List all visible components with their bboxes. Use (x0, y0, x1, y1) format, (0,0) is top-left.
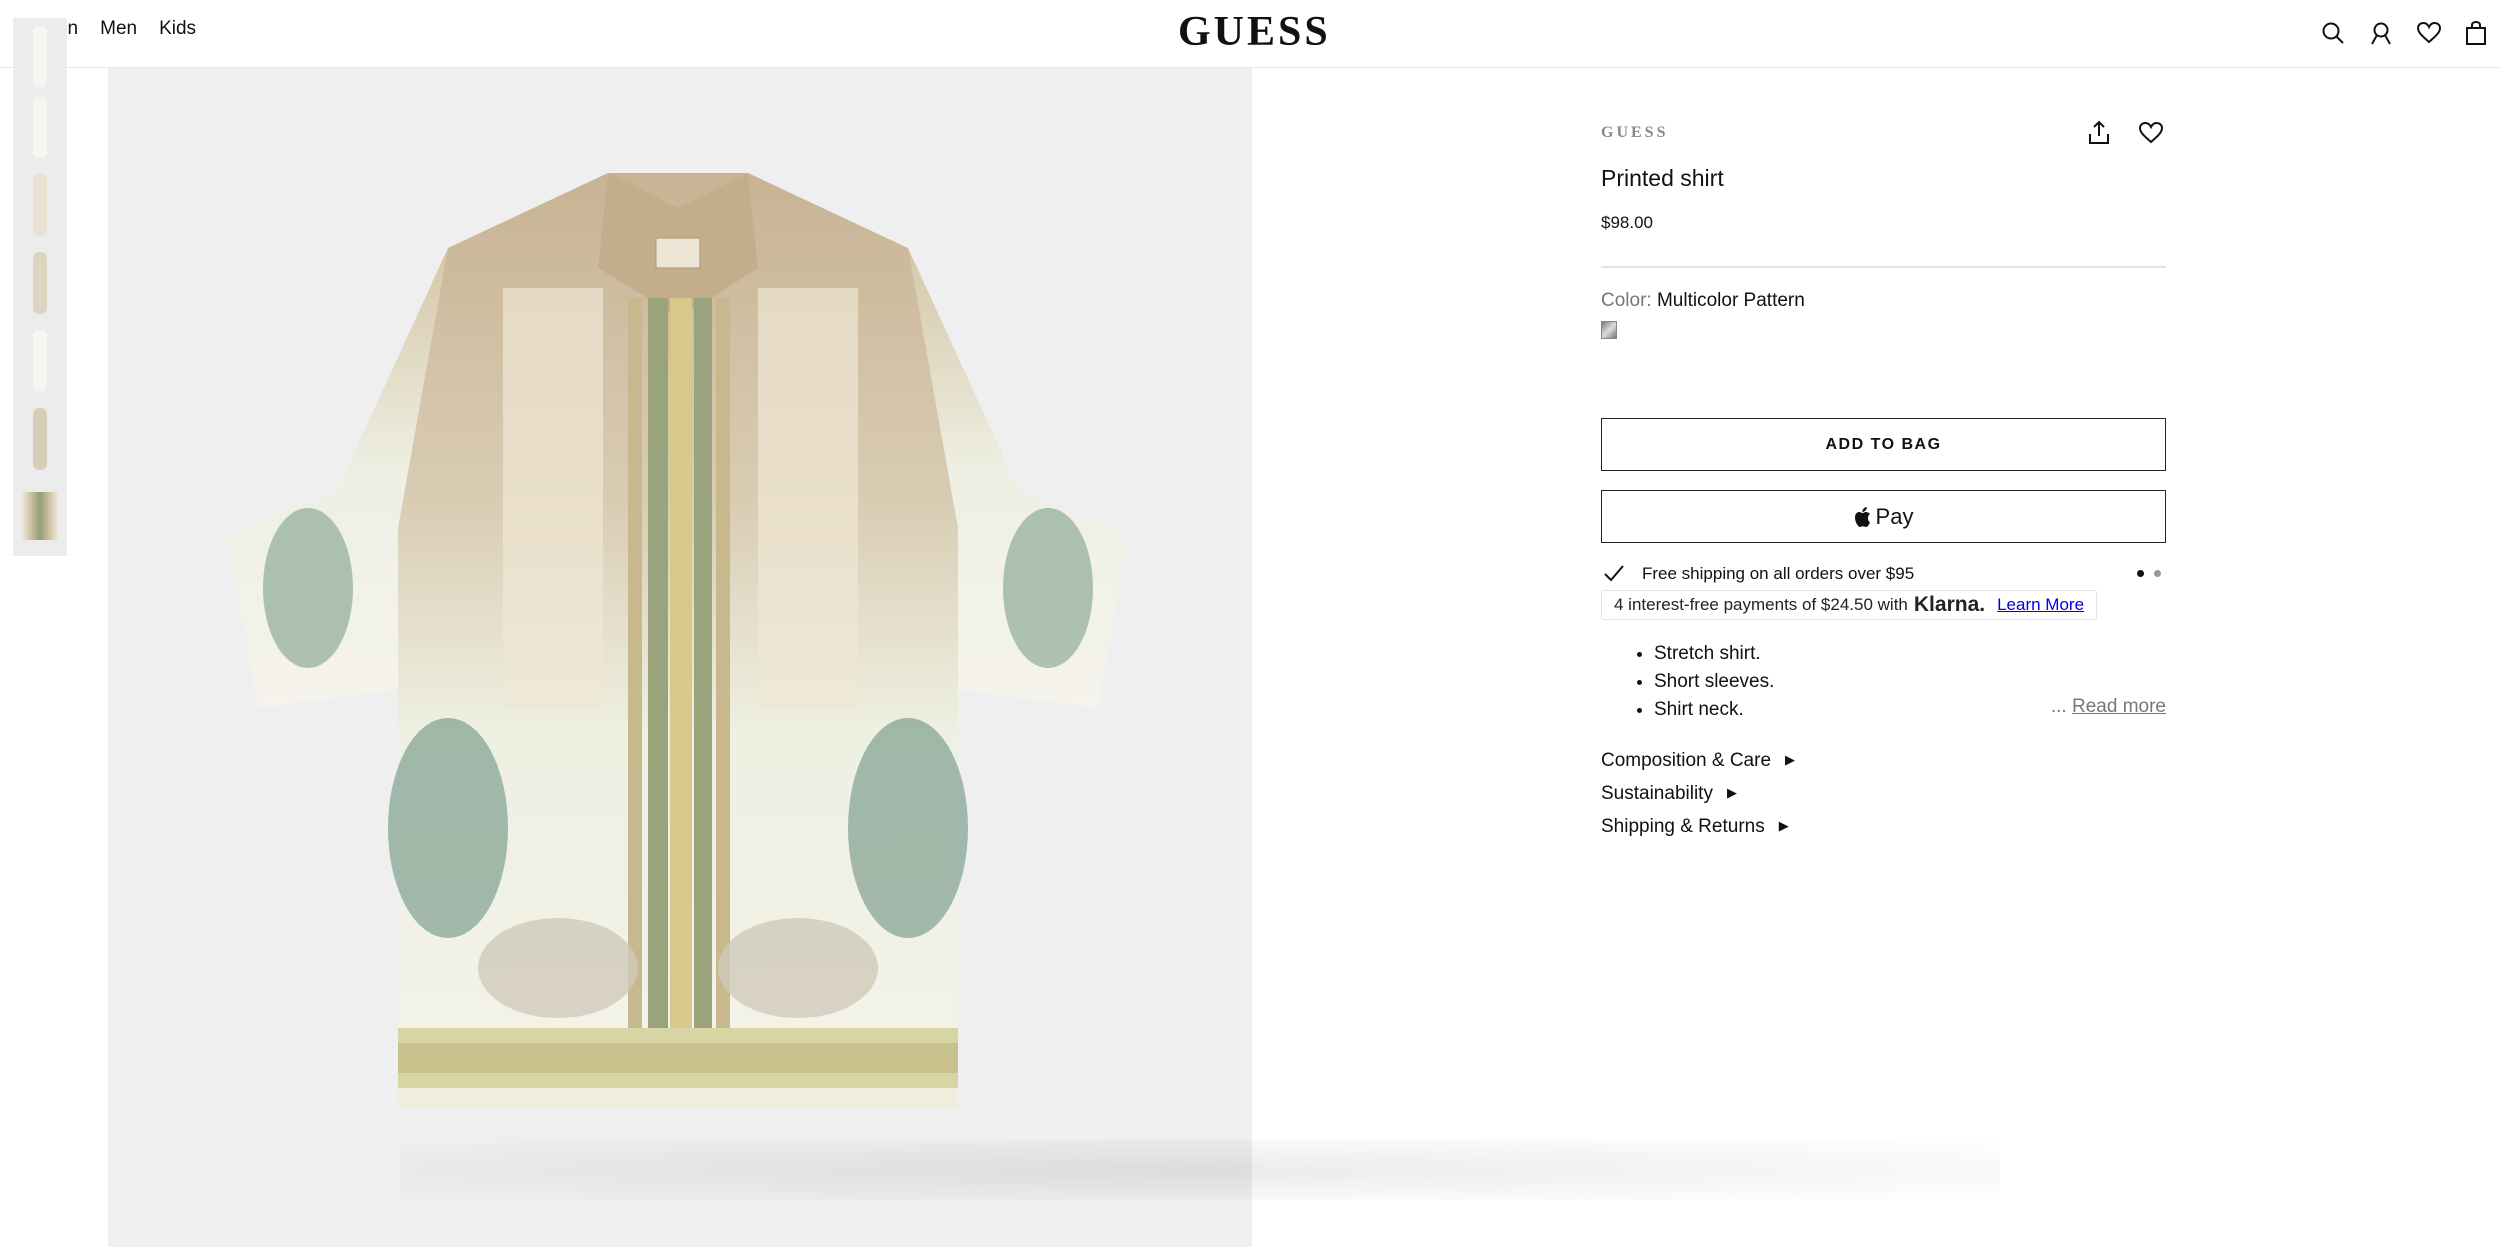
shipping-banner: Free shipping on all orders over $95 (1601, 562, 2166, 588)
product-price: $98.00 (1601, 213, 1653, 232)
thumbnail-2[interactable] (13, 88, 67, 166)
triangle-right-icon: ▶ (1785, 752, 1796, 767)
thumbnail-6[interactable] (13, 400, 67, 478)
product-brand: GUESS (1601, 124, 1669, 141)
search-icon[interactable] (2320, 20, 2346, 46)
apple-pay-button[interactable]: Pay (1601, 490, 2166, 543)
thumbnail-4[interactable] (13, 244, 67, 322)
apple-icon (1854, 506, 1870, 527)
klarna-learn-more-link[interactable]: Learn More (1997, 595, 2084, 615)
klarna-text: 4 interest-free payments of $24.50 with (1614, 595, 1908, 614)
product-title: Printed shirt (1601, 165, 1724, 191)
carousel-dot[interactable] (2154, 570, 2161, 577)
guess-logo[interactable]: GUESS (1178, 8, 1331, 56)
accordion-label: Composition & Care (1601, 750, 1772, 771)
nav-kids[interactable]: Kids (159, 18, 196, 40)
share-icon[interactable] (2086, 120, 2112, 146)
header-icons (2320, 20, 2500, 50)
accordion-label: Shipping & Returns (1601, 816, 1765, 837)
divider (1601, 266, 2166, 268)
feature-item: Short sleeves. (1654, 668, 1774, 696)
thumbnail-5[interactable] (13, 322, 67, 400)
triangle-right-icon: ▶ (1726, 785, 1737, 800)
main-product-image[interactable] (108, 68, 1252, 1247)
shirt-illustration (228, 173, 1128, 1108)
accordion-composition-care[interactable]: Composition & Care ▶ (1601, 750, 1795, 772)
klarna-banner: 4 interest-free payments of $24.50 with … (1601, 590, 2098, 620)
feature-item: Shirt neck. (1654, 696, 1774, 724)
accordion-shipping-returns[interactable]: Shipping & Returns ▶ (1601, 816, 1789, 838)
add-to-bag-button[interactable]: ADD TO BAG (1601, 418, 2166, 471)
color-swatch[interactable] (1601, 321, 1617, 339)
shipping-text: Free shipping on all orders over $95 (1642, 564, 1915, 583)
read-more: ... Read more (2051, 696, 2166, 718)
read-more-link[interactable]: Read more (2072, 696, 2166, 717)
checkmark-icon (1604, 565, 1624, 582)
thumbnail-7[interactable] (13, 478, 67, 556)
read-more-ellipsis: ... (2050, 696, 2067, 717)
wishlist-heart-icon[interactable] (2138, 120, 2164, 146)
feature-list: Stretch shirt. Short sleeves. Shirt neck… (1654, 640, 1774, 724)
site-header: Women Men Kids GUESS (0, 0, 2500, 68)
accordion-label: Sustainability (1601, 783, 1713, 804)
klarna-logo: Klarna. (1913, 593, 1986, 616)
thumbnail-1[interactable] (13, 18, 67, 96)
bag-icon[interactable] (2463, 20, 2489, 46)
triangle-right-icon: ▶ (1778, 818, 1789, 833)
thumbnail-3[interactable] (13, 166, 67, 244)
carousel-dots[interactable] (2137, 570, 2161, 577)
heart-icon[interactable] (2416, 20, 2442, 46)
accordion-sustainability[interactable]: Sustainability ▶ (1601, 783, 1737, 805)
image-shadow (400, 1140, 2000, 1200)
feature-item: Stretch shirt. (1654, 640, 1774, 668)
color-label: Color: (1601, 290, 1652, 311)
color-selection: Color: Multicolor Pattern (1601, 290, 1805, 312)
apple-pay-label: Pay (1875, 503, 1914, 529)
nav-men[interactable]: Men (100, 18, 137, 40)
carousel-dot-active[interactable] (2137, 570, 2144, 577)
color-value: Multicolor Pattern (1656, 290, 1805, 311)
account-icon[interactable] (2368, 20, 2394, 46)
